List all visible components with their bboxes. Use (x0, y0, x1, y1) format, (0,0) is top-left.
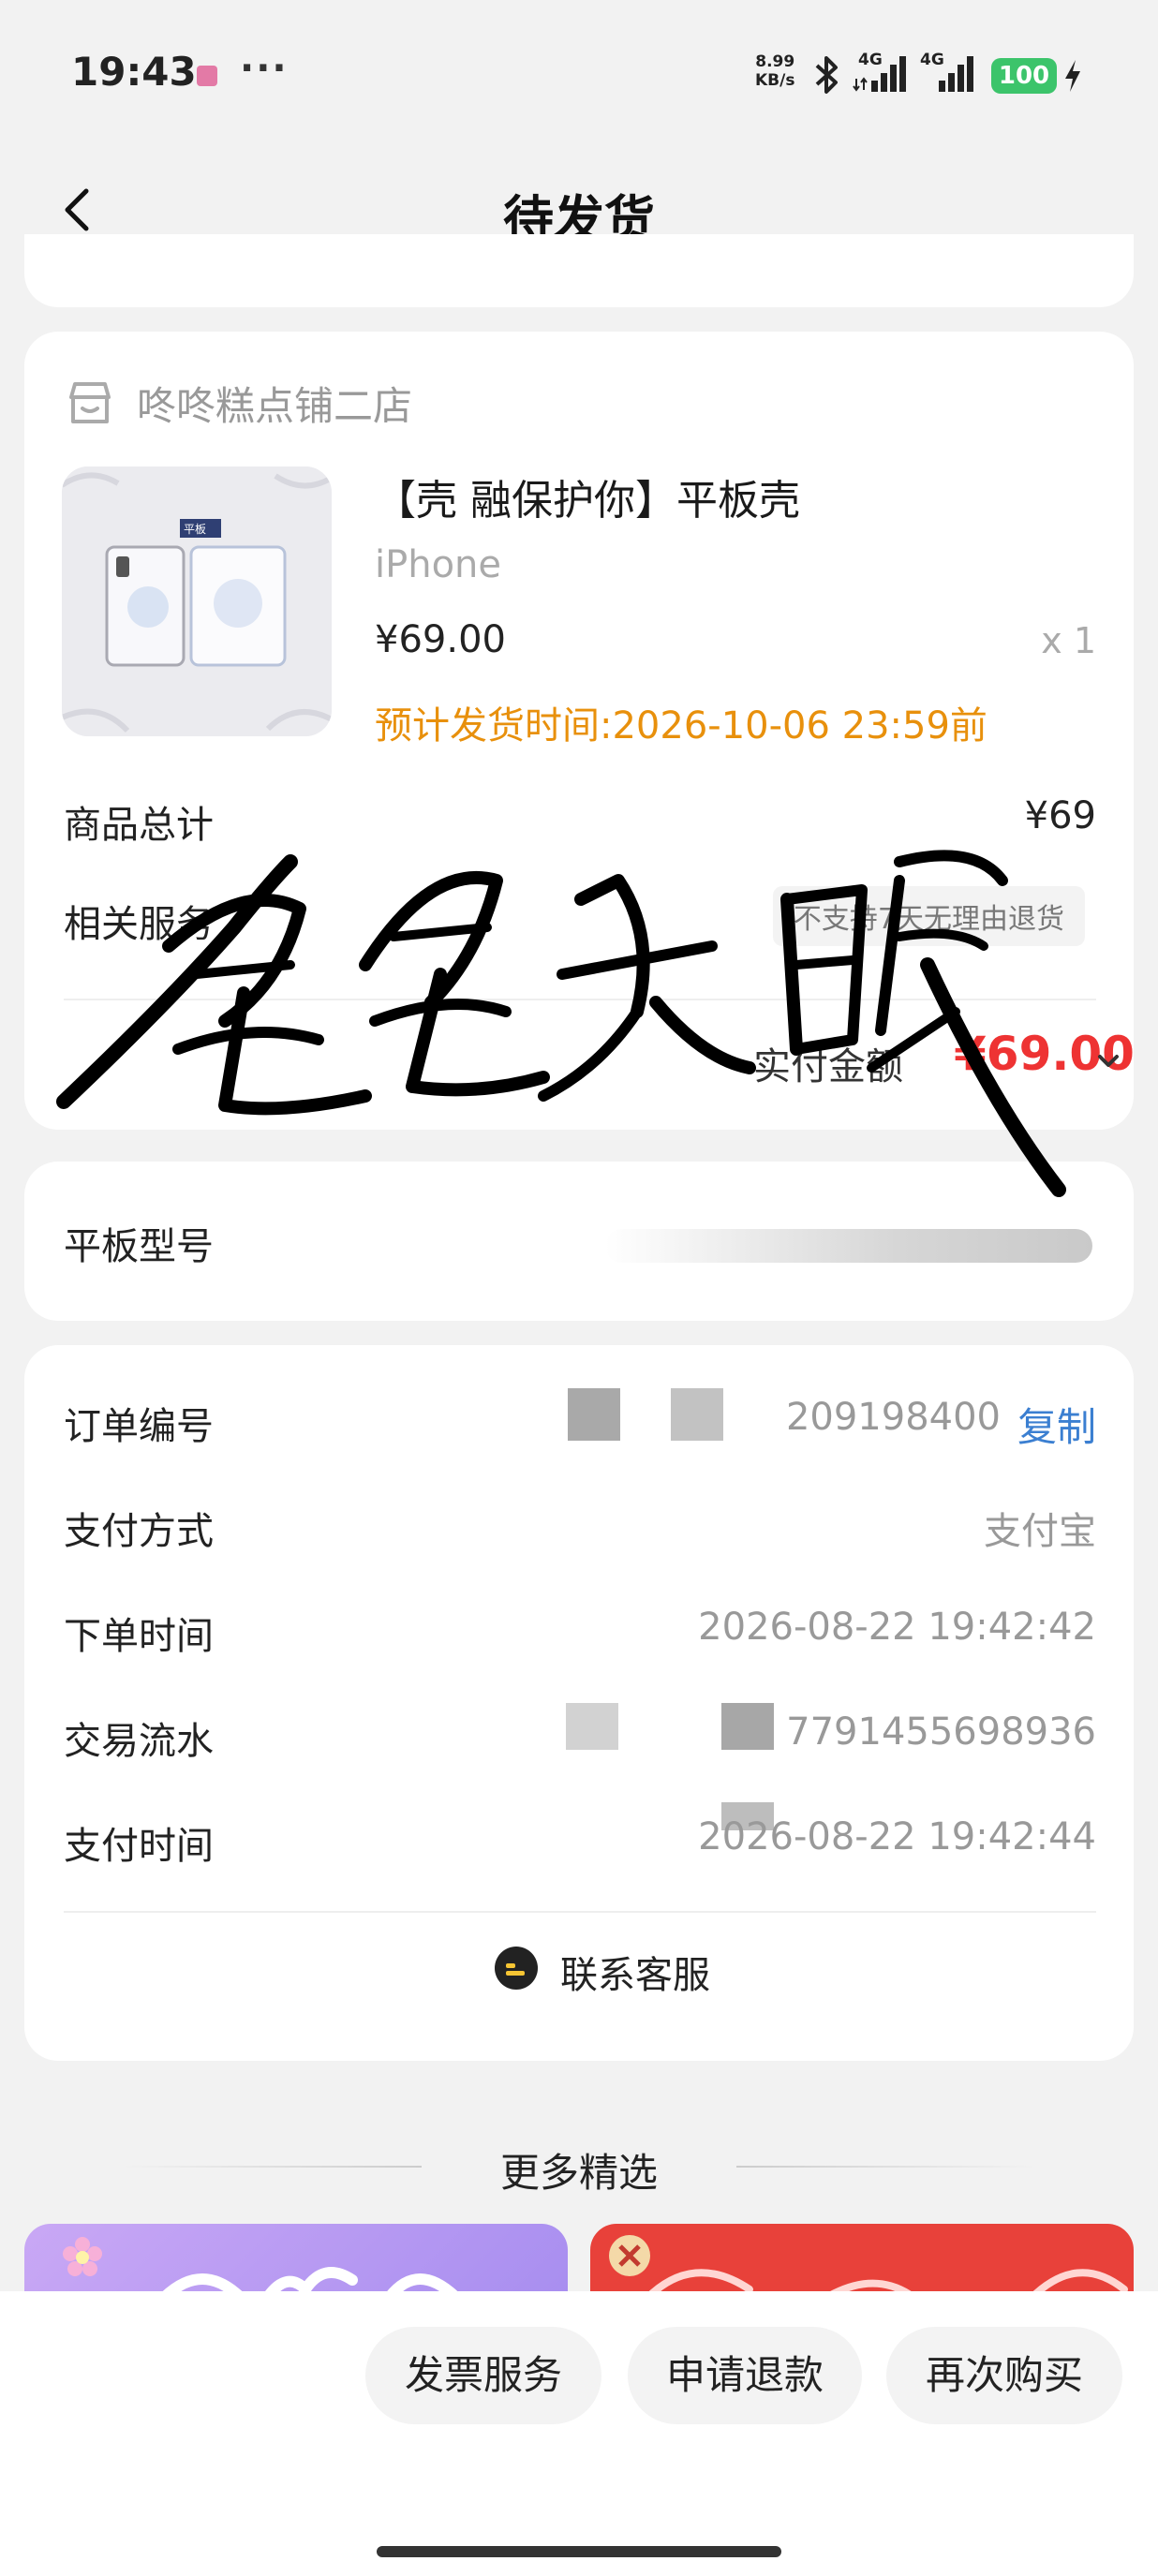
product-spec: iPhone (375, 543, 502, 586)
trade-number-value: 7791455698936 (786, 1710, 1096, 1754)
order-info-card: 订单编号 209198400 复制 支付方式 支付宝 下单时间 2026-08-… (24, 1345, 1134, 2061)
home-indicator[interactable] (377, 2546, 781, 2557)
previous-card-bottom (24, 234, 1134, 307)
order-number-value: 209198400 (785, 1396, 1001, 1439)
redaction-mosaic (568, 1388, 620, 1441)
product-title[interactable]: 【壳 融保护你】平板壳 (375, 466, 800, 526)
divider (64, 999, 1096, 1000)
product-price: ¥69.00 (375, 618, 506, 661)
divider (64, 1911, 1096, 1913)
service-tag: 不支持7天无理由退货 (772, 886, 1085, 946)
apply-refund-button[interactable]: 申请退款 (628, 2327, 862, 2424)
copy-button[interactable]: 复制 (1017, 1396, 1096, 1453)
product-card: 咚咚糕点铺二店 平板 【壳 融保护你】平板壳 iPhone ¥69.00 x 1… (24, 332, 1135, 1130)
chevron-down-icon[interactable] (1092, 1045, 1124, 1077)
shop-icon (69, 382, 111, 423)
recommend-card[interactable] (590, 2224, 1134, 2299)
pay-time-label: 支付时间 (64, 1825, 214, 1868)
network-speed-unit: KB/s (755, 71, 795, 90)
redaction-mosaic (671, 1388, 723, 1441)
paid-label[interactable]: 实付金额 (753, 1036, 903, 1090)
invoice-service-button[interactable]: 发票服务 (365, 2327, 601, 2424)
trade-number-label: 交易流水 (64, 1720, 214, 1763)
model-label: 平板型号 (64, 1225, 214, 1268)
product-image[interactable]: 平板 (62, 466, 332, 736)
app-notification-icon (197, 66, 217, 86)
network-speed-value: 8.99 (755, 52, 795, 71)
status-bar: 19:43 ··· 8.99 KB/s 4G 4G 100 (0, 0, 1158, 150)
product-image-label: 平板 (184, 523, 207, 536)
model-card: 平板型号 (24, 1162, 1134, 1321)
bottom-action-bar: 发票服务 申请退款 再次购买 (0, 2291, 1158, 2576)
service-label: 相关服务 (64, 903, 214, 946)
order-time-label: 下单时间 (64, 1615, 214, 1658)
more-picks-title: 更多精选 (499, 2150, 658, 2196)
battery-indicator: 100 (991, 58, 1057, 94)
network-speed: 8.99 KB/s (755, 52, 794, 90)
order-number-label: 订单编号 (64, 1405, 214, 1448)
signal-strength-icon (853, 56, 906, 92)
total-value: ¥69 (1024, 794, 1096, 837)
estimated-ship-time: 预计发货时间:2026-10-06 23:59前 (375, 704, 987, 748)
bluetooth-icon (815, 56, 838, 94)
recommend-card-art (63, 2237, 461, 2299)
pay-time-value: 2026-08-22 19:42:44 (698, 1815, 1096, 1858)
order-time-value: 2026-08-22 19:42:42 (698, 1606, 1096, 1649)
pay-method-value: 支付宝 (984, 1510, 1096, 1553)
signal-strength-2-icon (939, 56, 973, 92)
contact-service-button[interactable]: 联系客服 (560, 1945, 710, 1999)
buy-again-button[interactable]: 再次购买 (886, 2327, 1122, 2424)
recommend-card-art (609, 2235, 1128, 2299)
divider (736, 2166, 1036, 2168)
redaction-mosaic (566, 1703, 618, 1750)
recommend-card[interactable] (24, 2224, 568, 2299)
shop-name[interactable]: 咚咚糕点铺二店 (137, 375, 412, 432)
customer-service-icon[interactable] (493, 1945, 540, 1991)
model-value-redacted (605, 1229, 1092, 1263)
status-time: 19:43 (71, 49, 197, 95)
product-quantity: x 1 (1041, 620, 1096, 661)
more-notifications-icon: ··· (240, 47, 289, 90)
pay-method-label: 支付方式 (64, 1510, 214, 1553)
charging-icon (1065, 60, 1080, 92)
total-label: 商品总计 (64, 804, 214, 847)
redaction-mosaic (721, 1703, 774, 1750)
